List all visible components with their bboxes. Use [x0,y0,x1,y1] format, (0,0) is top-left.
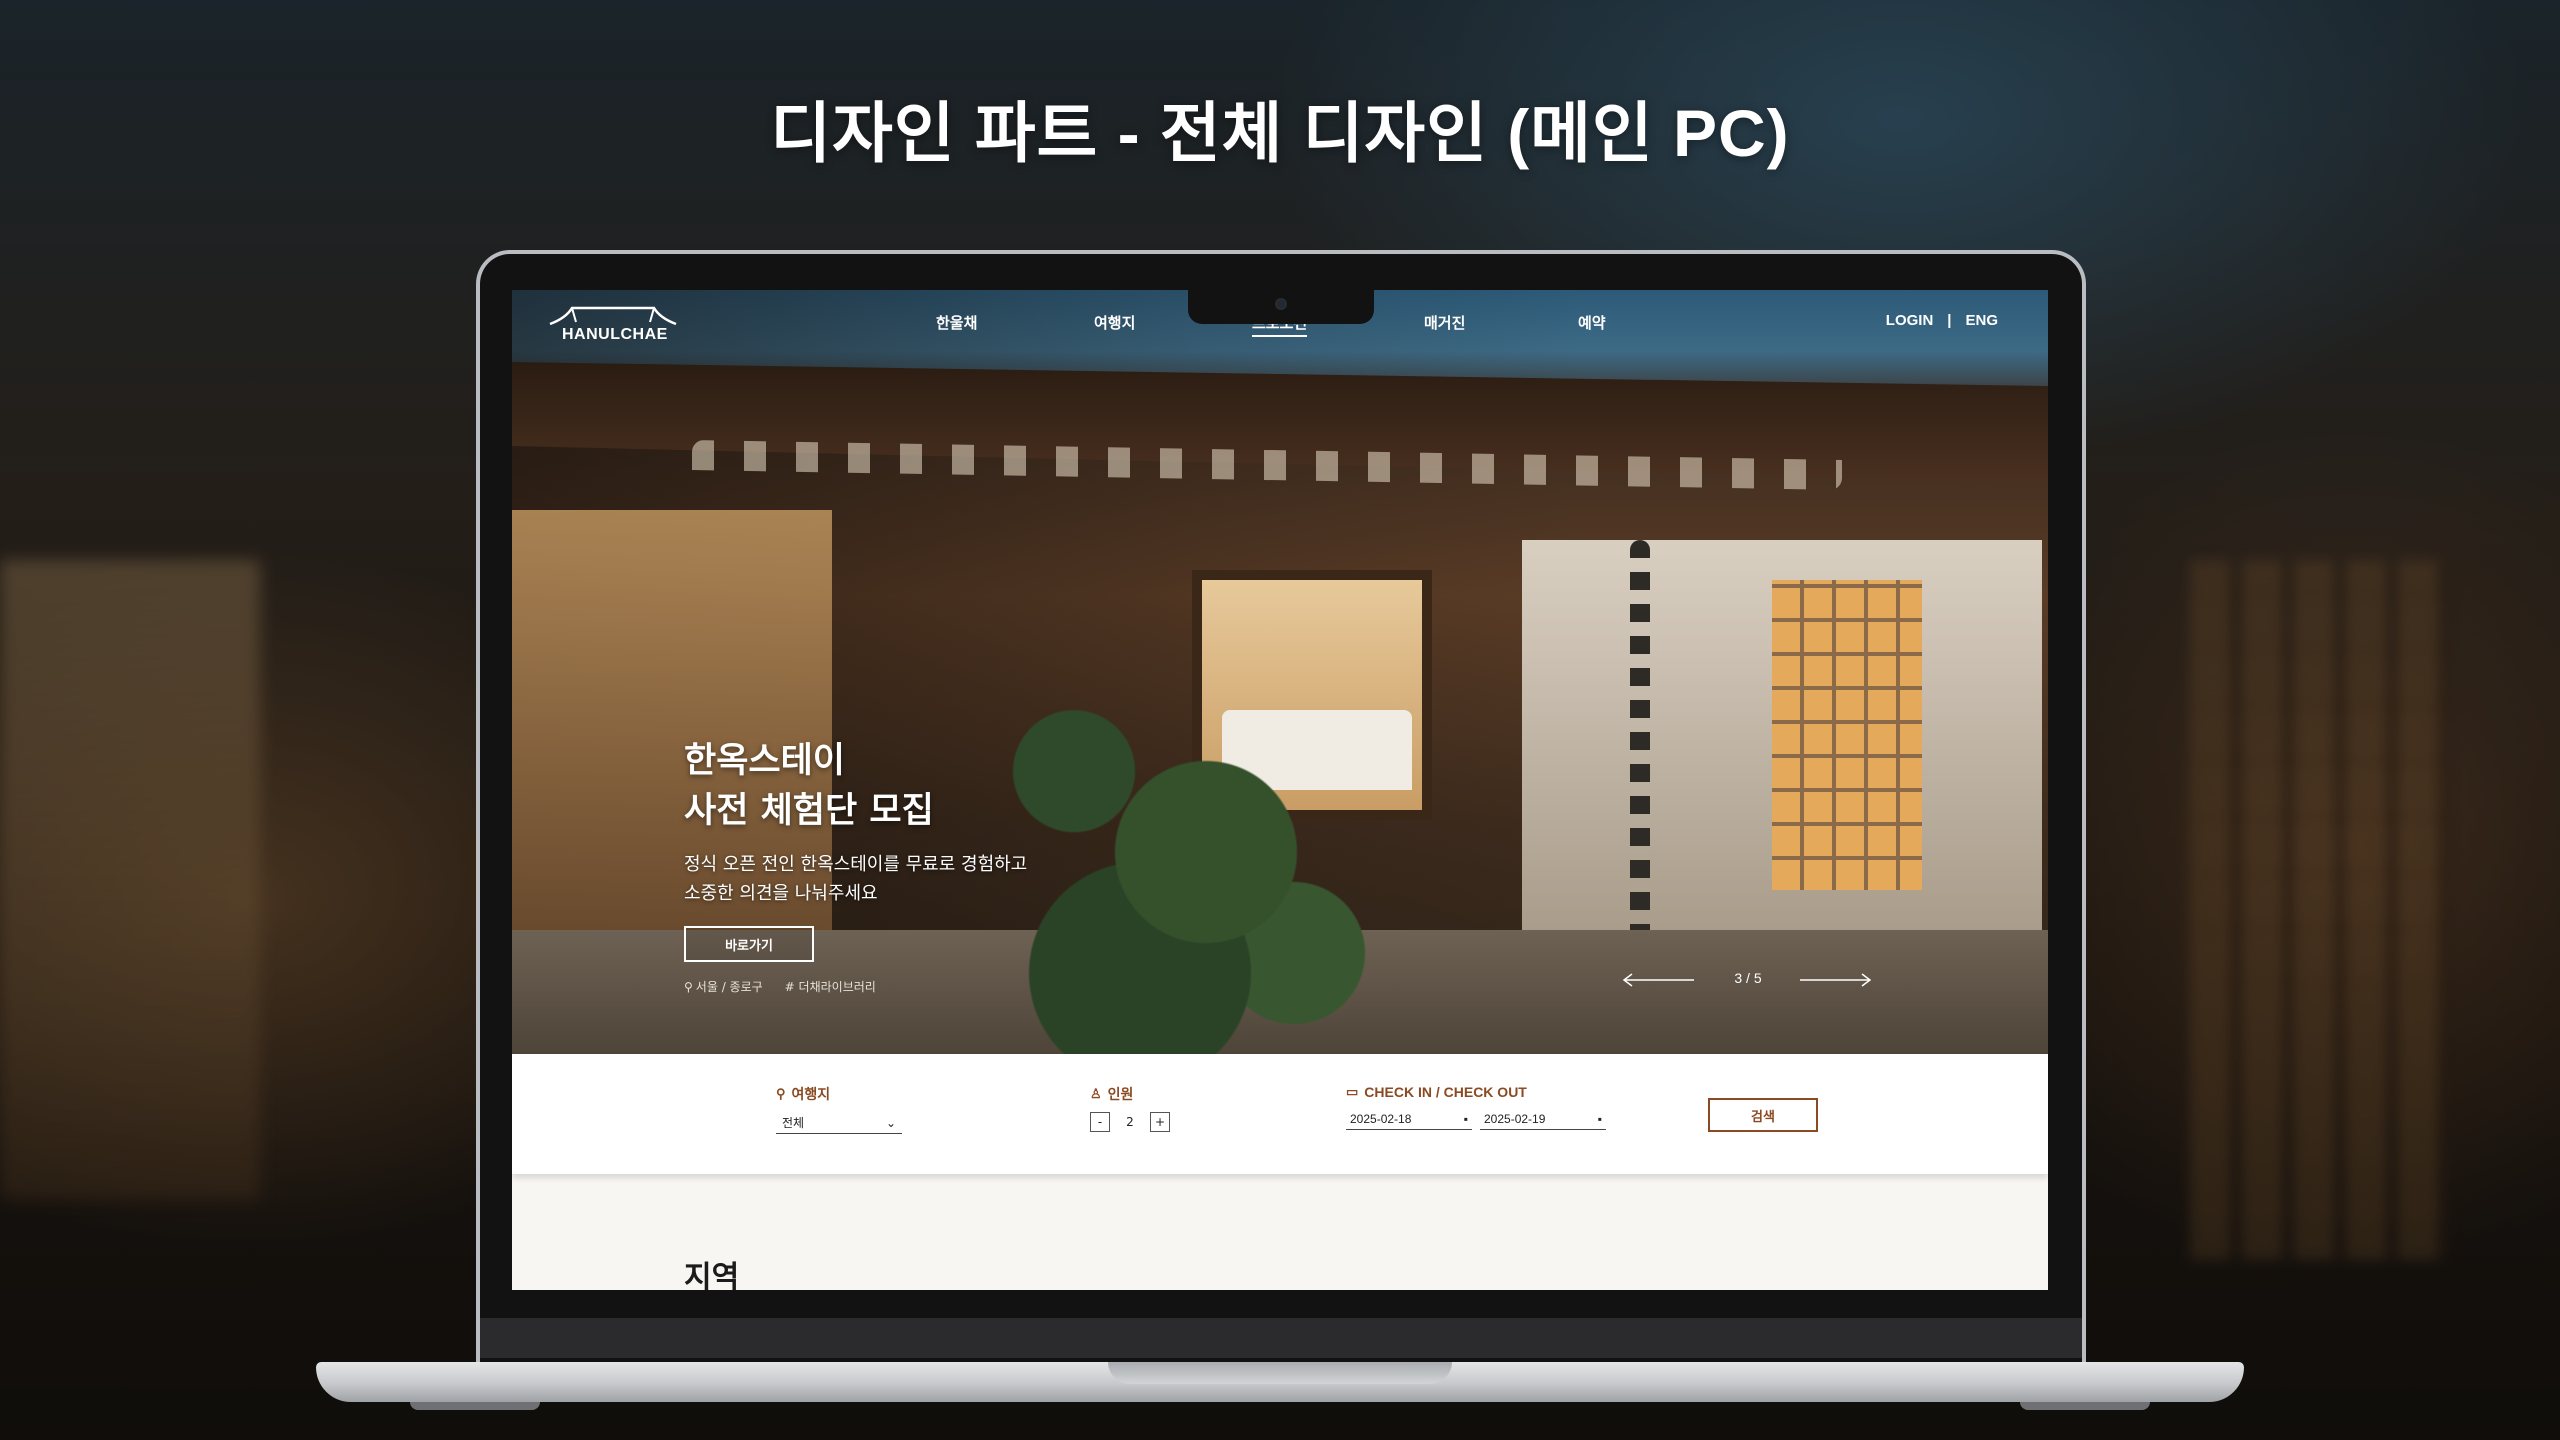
hero-glass-block-window [1772,580,1922,890]
checkout-field[interactable]: 2025-02-19 ▪ [1480,1108,1606,1130]
search-button[interactable]: 검색 [1708,1098,1818,1132]
laptop-bezel [480,1318,2082,1358]
person-icon: ♙ [1090,1086,1102,1101]
guests-group: ♙ 인원 - 2 + [1090,1084,1170,1132]
laptop-foot-right [2020,1402,2150,1410]
nav-item-destinations[interactable]: 여행지 [1094,312,1135,333]
guests-plus-button[interactable]: + [1150,1112,1170,1132]
destination-select[interactable]: 전체 ⌄ [776,1112,902,1134]
nav-utility: LOGIN | ENG [1886,312,1998,329]
laptop-hinge-notch [1108,1362,1452,1384]
nav-item-magazine[interactable]: 매거진 [1424,312,1465,333]
hero-meta: ⚲ 서울 / 종로구 # 더채라이브러리 [684,978,1027,995]
dates-group: ▭ CHECK IN / CHECK OUT 2025-02-18 ▪ 2025… [1346,1084,1606,1130]
checkin-field[interactable]: 2025-02-18 ▪ [1346,1108,1472,1130]
slide-title: 디자인 파트 - 전체 디자인 (메인 PC) [770,96,1790,170]
search-bar: ⚲ 여행지 전체 ⌄ ♙ 인원 - 2 + ▭ CHECK IN / CHECK… [512,1054,2048,1174]
guests-value: 2 [1126,1115,1134,1129]
date-range: 2025-02-18 ▪ 2025-02-19 ▪ [1346,1108,1606,1130]
region-section: 지역 [512,1174,2048,1290]
nav-item-hanulchae[interactable]: 한울채 [936,312,977,333]
arrow-left-icon[interactable] [1622,972,1696,988]
laptop-foot-left [410,1402,540,1410]
hero-banner: 한옥스테이 사전 체험단 모집 정식 오픈 전인 한옥스테이를 무료로 경험하고… [512,290,2048,1054]
hero-title-line1: 한옥스테이 [684,741,846,781]
background-door [0,560,260,1200]
calendar-icon: ▪ [1463,1111,1468,1126]
checkin-value: 2025-02-18 [1350,1111,1412,1126]
camera-notch [1188,290,1374,324]
arrow-right-icon[interactable] [1798,972,1872,988]
guests-label: ♙ 인원 [1090,1084,1170,1104]
calendar-icon: ▭ [1346,1084,1359,1099]
guests-label-text: 인원 [1107,1086,1134,1102]
hero-title: 한옥스테이 사전 체험단 모집 [684,736,1027,836]
camera-icon [1275,298,1287,310]
nav-divider: | [1947,312,1952,329]
hero-sub-line2: 소중한 의견을 나눠주세요 [684,883,878,904]
destination-label-text: 여행지 [791,1086,831,1102]
language-toggle[interactable]: ENG [1965,312,1998,329]
login-link[interactable]: LOGIN [1886,312,1934,329]
dates-label-text: CHECK IN / CHECK OUT [1364,1084,1527,1100]
hero-subtitle: 정식 오픈 전인 한옥스테이를 무료로 경험하고 소중한 의견을 나눠주세요 [684,850,1027,908]
pin-icon: ⚲ [684,980,693,994]
website-screen: 한옥스테이 사전 체험단 모집 정식 오픈 전인 한옥스테이를 무료로 경험하고… [512,290,2048,1290]
nav-item-reservation[interactable]: 예약 [1578,312,1606,333]
hero-sub-line1: 정식 오픈 전인 한옥스테이를 무료로 경험하고 [684,854,1028,875]
hero-location: ⚲ 서울 / 종로구 [684,978,763,995]
hero-title-line2: 사전 체험단 모집 [684,791,934,831]
background-window [2190,560,2450,1260]
destination-label: ⚲ 여행지 [776,1084,902,1104]
slide-counter: 3 / 5 [1734,970,1762,986]
calendar-icon: ▪ [1597,1111,1602,1126]
destination-group: ⚲ 여행지 전체 ⌄ [776,1084,902,1134]
hero-cta-button[interactable]: 바로가기 [684,926,814,962]
guests-stepper: - 2 + [1090,1112,1170,1132]
chevron-down-icon: ⌄ [885,1115,896,1130]
destination-value: 전체 [782,1116,805,1130]
slider-controls: 3 / 5 [1622,968,1872,992]
hero-copy: 한옥스테이 사전 체험단 모집 정식 오픈 전인 한옥스테이를 무료로 경험하고… [684,736,1027,995]
hero-location-text: 서울 / 종로구 [695,980,763,994]
pin-icon: ⚲ [776,1086,786,1101]
guests-minus-button[interactable]: - [1090,1112,1110,1132]
region-title: 지역 [684,1260,740,1290]
checkout-value: 2025-02-19 [1484,1111,1546,1126]
hero-rain-chain [1630,540,1650,960]
hero-tag[interactable]: # 더채라이브러리 [785,978,876,995]
dates-label: ▭ CHECK IN / CHECK OUT [1346,1084,1606,1100]
